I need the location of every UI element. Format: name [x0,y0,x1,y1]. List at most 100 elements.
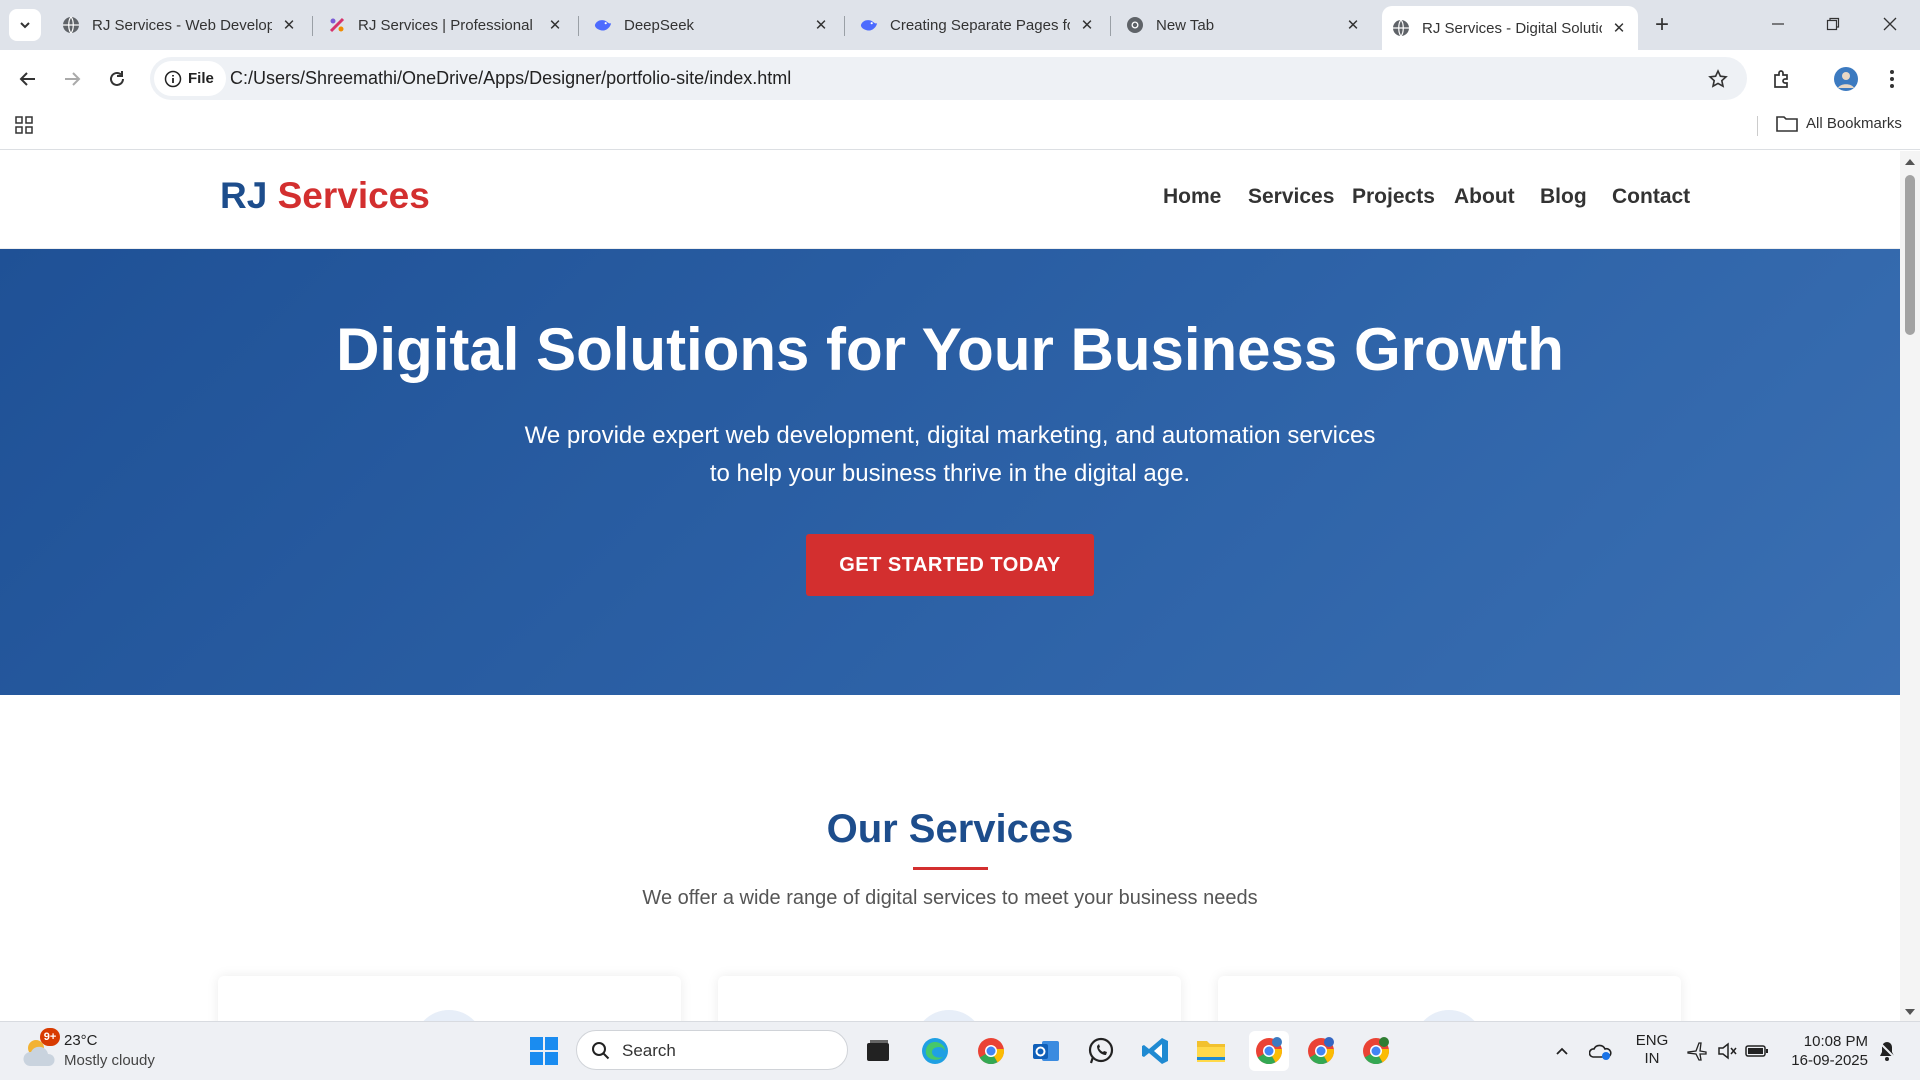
service-card[interactable] [218,976,681,1021]
restore-icon [1826,17,1840,31]
hero-section: Digital Solutions for Your Business Grow… [0,249,1900,695]
minimize-button[interactable] [1758,8,1798,40]
bookmarks-bar [0,108,1920,150]
network-tray-button[interactable] [1680,1034,1714,1068]
weather-desc: Mostly cloudy [64,1052,155,1069]
profile-avatar-button[interactable] [1830,63,1862,95]
vscode-app[interactable] [1139,1034,1173,1068]
tab-6-active[interactable]: RJ Services - Digital Solutio ✕ [1382,6,1638,50]
nav-services[interactable]: Services [1248,185,1334,209]
task-view-button[interactable] [861,1034,895,1068]
taskbar-search-box[interactable]: Search [576,1030,848,1070]
forward-button[interactable] [56,63,88,95]
close-icon[interactable]: ✕ [546,16,564,34]
close-icon[interactable]: ✕ [1610,19,1628,37]
tab-separator [312,16,313,36]
service-card[interactable] [718,976,1181,1021]
scroll-up-icon [1905,159,1915,165]
edge-app[interactable] [918,1034,952,1068]
file-explorer-app[interactable] [1194,1034,1228,1068]
bookmarks-divider [1757,116,1758,136]
weather-widget[interactable]: 9+ 23°C Mostly cloudy [18,1028,168,1074]
extensions-button[interactable] [1766,63,1798,95]
url-text[interactable]: C:/Users/Shreemathi/OneDrive/Apps/Design… [230,68,791,89]
clock[interactable]: 10:08 PM 16-09-2025 [1784,1032,1868,1070]
nav-home[interactable]: Home [1163,185,1221,209]
close-icon[interactable]: ✕ [812,16,830,34]
nav-about[interactable]: About [1454,185,1515,209]
service-card[interactable] [1218,976,1681,1021]
services-title: Our Services [826,807,1074,851]
chrome-profile-r2-app[interactable] [1359,1034,1393,1068]
all-bookmarks-button[interactable]: All Bookmarks [1776,114,1902,132]
close-window-button[interactable] [1870,8,1910,40]
start-button[interactable] [527,1034,561,1068]
logo-part-2: Services [277,175,430,216]
tab-1[interactable]: RJ Services - Web Develop ✕ [52,9,308,41]
scroll-down-icon [1905,1009,1915,1015]
bookmark-star-button[interactable] [1702,63,1734,95]
close-icon[interactable]: ✕ [1078,16,1096,34]
tab-5[interactable]: New Tab ✕ [1116,9,1372,41]
chrome-profile-r-app[interactable] [1304,1034,1338,1068]
tab-title: RJ Services - Digital Solutio [1422,19,1602,37]
search-icon [592,1042,610,1060]
globe-icon [62,16,80,34]
onedrive-tray-button[interactable] [1584,1034,1618,1068]
clock-time: 10:08 PM [1803,1033,1868,1050]
menu-button[interactable] [1876,63,1908,95]
chrome-icon [978,1038,1004,1065]
back-button[interactable] [12,63,44,95]
volume-tray-button[interactable] [1710,1034,1744,1068]
reload-button[interactable] [101,63,133,95]
chrome-icon [1126,16,1144,34]
show-hidden-icons-button[interactable] [1545,1034,1579,1068]
web-page: RJ Services Home Services Projects About… [0,151,1900,1021]
folder-icon [1197,1041,1225,1062]
get-started-button[interactable]: GET STARTED TODAY [806,534,1094,596]
tab-3[interactable]: DeepSeek ✕ [584,9,840,41]
new-tab-button[interactable]: + [1648,12,1676,40]
battery-tray-button[interactable] [1740,1034,1774,1068]
tab-2[interactable]: RJ Services | Professional P ✕ [318,9,574,41]
language-indicator[interactable]: ENG IN [1634,1032,1670,1068]
puzzle-icon [1774,70,1788,88]
chrome-app-active[interactable] [1249,1031,1289,1071]
info-icon [164,70,182,87]
close-icon[interactable]: ✕ [280,16,298,34]
taskbar [0,1021,1920,1080]
nav-contact[interactable]: Contact [1612,185,1690,209]
chevron-up-icon [1556,1047,1568,1055]
site-logo[interactable]: RJ Services [220,175,430,217]
folder-icon [1776,116,1798,132]
outlook-app[interactable] [1029,1034,1063,1068]
tab-title: RJ Services | Professional P [358,16,538,34]
chevron-down-icon [20,22,30,29]
chrome-app[interactable] [974,1034,1008,1068]
taskbar-search-label: Search [622,1041,676,1060]
whatsapp-app[interactable] [1084,1034,1118,1068]
apps-button[interactable] [8,109,40,141]
volume-muted-icon [1718,1042,1737,1060]
edge-icon [922,1038,948,1064]
task-view-icon [867,1040,889,1061]
minimize-icon [1772,23,1784,25]
tab-4[interactable]: Creating Separate Pages fo ✕ [850,9,1106,41]
tab-separator [578,16,579,36]
tab-search-button[interactable] [9,9,41,41]
airplane-icon [1687,1042,1707,1061]
file-label: File [188,70,214,87]
nav-projects[interactable]: Projects [1352,185,1435,209]
scrollbar-thumb[interactable] [1905,175,1915,335]
globe-icon [1392,19,1410,37]
site-header: RJ Services Home Services Projects About… [0,151,1900,249]
nav-blog[interactable]: Blog [1540,185,1587,209]
designer-icon [328,16,346,34]
arrow-right-icon [65,72,81,86]
weather-temp: 23°C [64,1032,98,1049]
chrome-profile-icon [1308,1037,1334,1065]
site-info-chip[interactable]: File [154,61,226,96]
close-icon[interactable]: ✕ [1344,16,1362,34]
restore-button[interactable] [1813,8,1853,40]
notifications-button[interactable] [1870,1034,1904,1068]
